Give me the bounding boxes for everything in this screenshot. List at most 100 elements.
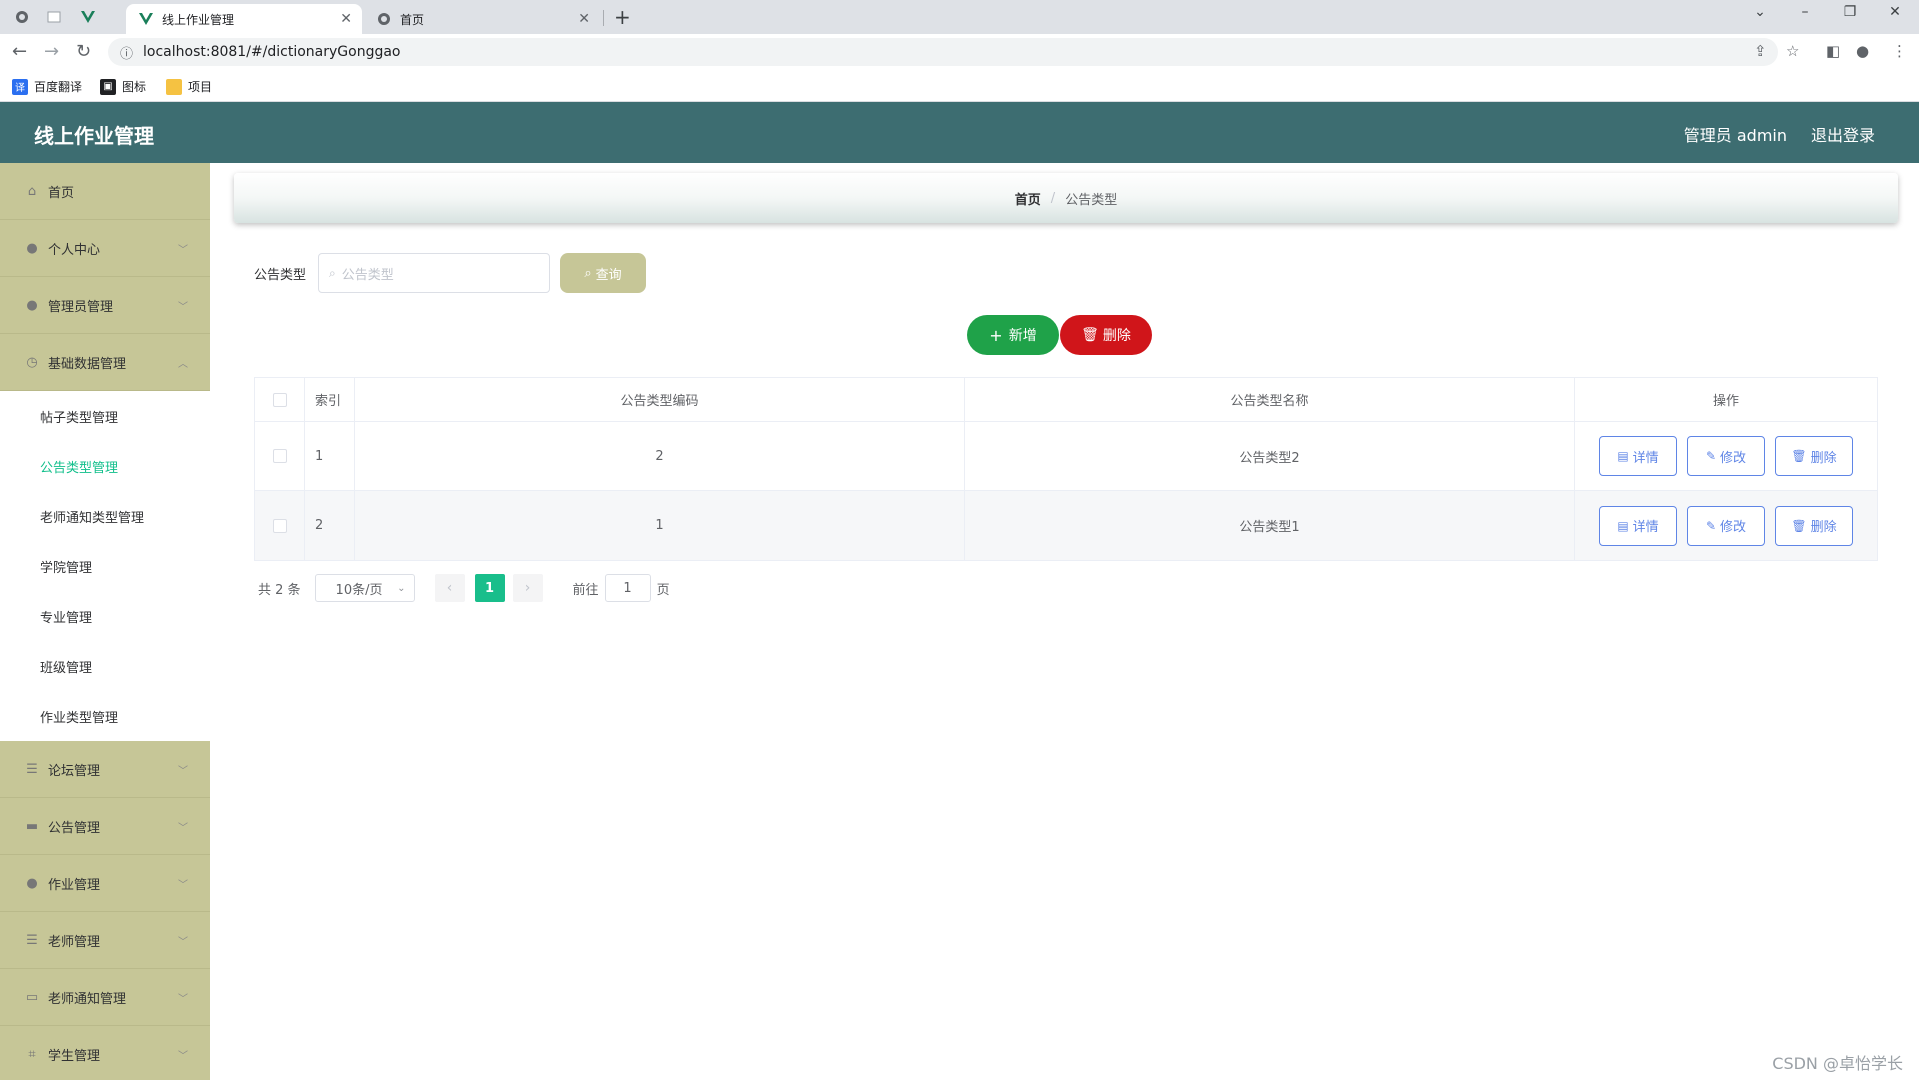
table-row: 2 1 公告类型1 ▤ 详情 ✎ 修改 🗑 删除: [255, 491, 1877, 560]
sidebar-item-label: 基础数据管理: [48, 356, 127, 372]
submenu-item-notice-types[interactable]: 公告类型管理: [0, 441, 210, 491]
submenu-item-homework-types[interactable]: 作业类型管理: [0, 691, 210, 741]
list-icon: ☰: [26, 932, 38, 948]
sidebar-item-teachers[interactable]: ☰ 老师管理 ﹀: [0, 912, 210, 969]
breadcrumb-current: 公告类型: [1065, 192, 1118, 208]
side-panel-icon[interactable]: ◧: [1826, 42, 1840, 60]
detail-label: 详情: [1632, 520, 1659, 535]
cell-index: 2: [305, 491, 355, 560]
pagination-total: 共 2 条: [258, 582, 301, 598]
minimize-icon[interactable]: –: [1785, 4, 1825, 20]
sidebar-item-students[interactable]: ⌗ 学生管理 ﹀: [0, 1026, 210, 1080]
chevron-down-icon: ﹀: [178, 936, 188, 948]
edit-label: 修改: [1720, 450, 1747, 466]
query-button[interactable]: ⌕ 查询: [560, 253, 647, 293]
sidebar-item-teacher-notices[interactable]: ▭ 老师通知管理 ﹀: [0, 969, 210, 1026]
search-input[interactable]: ⌕ 公告类型: [318, 253, 551, 293]
user-icon: ●: [26, 297, 38, 313]
delete-label: 删除: [1810, 520, 1837, 535]
sidebar-item-notices[interactable]: ▬ 公告管理 ﹀: [0, 798, 210, 855]
browser-menu-icon[interactable]: ⋮: [1892, 42, 1907, 60]
sidebar-item-homework[interactable]: ● 作业管理 ﹀: [0, 855, 210, 912]
pinned-tab-globe-icon[interactable]: [8, 6, 36, 28]
row-checkbox[interactable]: [272, 449, 287, 463]
batch-delete-button[interactable]: 🗑 删除: [1060, 315, 1152, 355]
select-all-checkbox[interactable]: [272, 392, 287, 407]
page-size-select[interactable]: 10条/页 ⌄: [314, 574, 415, 602]
edit-button[interactable]: ✎ 修改: [1687, 505, 1765, 546]
table-row: 1 2 公告类型2 ▤ 详情 ✎ 修改 🗑 删除: [255, 422, 1877, 491]
bookmark-baidu-translate[interactable]: 译 百度翻译: [12, 78, 82, 95]
forward-icon[interactable]: →: [44, 41, 59, 62]
sidebar: ⌂ 首页 ● 个人中心 ﹀ ● 管理员管理 ﹀ ◷ 基础数据管理 ︿ 帖子类型管…: [0, 163, 210, 1080]
pinned-tab-vue-icon[interactable]: [74, 6, 102, 28]
row-delete-button[interactable]: 🗑 删除: [1775, 436, 1853, 476]
message-icon: ▬: [25, 818, 39, 834]
submenu-item-majors[interactable]: 专业管理: [0, 591, 210, 641]
chat-icon: ▭: [25, 989, 39, 1005]
close-window-icon[interactable]: ✕: [1875, 4, 1915, 20]
sidebar-item-admins[interactable]: ● 管理员管理 ﹀: [0, 277, 210, 334]
site-info-icon[interactable]: ⓘ: [120, 43, 133, 62]
delete-label: 删除: [1810, 450, 1837, 466]
prev-page-button[interactable]: ‹: [434, 574, 465, 602]
url-field[interactable]: ⓘ localhost:8081/#/dictionaryGonggao: [108, 38, 1778, 66]
bookmark-star-icon[interactable]: ☆: [1786, 42, 1799, 60]
pinned-tab-page-icon[interactable]: [40, 6, 68, 28]
submenu-item-colleges[interactable]: 学院管理: [0, 541, 210, 591]
add-button[interactable]: + 新增: [967, 315, 1059, 355]
bookmark-project[interactable]: 项目: [166, 78, 212, 95]
submenu-item-classes[interactable]: 班级管理: [0, 641, 210, 691]
chevron-down-icon: ﹀: [178, 244, 188, 256]
sidebar-item-home[interactable]: ⌂ 首页: [0, 163, 210, 220]
breadcrumb-home[interactable]: 首页: [1015, 189, 1041, 208]
chevron-down-icon: ﹀: [178, 879, 188, 891]
watermark: CSDN @卓怡学长: [1772, 1054, 1903, 1073]
tab-search-chevron-icon[interactable]: ⌄: [1740, 4, 1780, 20]
home-icon: ⌂: [27, 183, 37, 199]
restore-icon[interactable]: ❐: [1830, 4, 1870, 20]
submenu-item-teacher-notice-types[interactable]: 老师通知类型管理: [0, 491, 210, 541]
translate-icon: 译: [12, 78, 28, 95]
edit-button[interactable]: ✎ 修改: [1687, 436, 1765, 476]
back-icon[interactable]: ←: [12, 41, 27, 62]
row-checkbox[interactable]: [272, 518, 287, 533]
row-delete-button[interactable]: 🗑 删除: [1775, 505, 1853, 546]
page-number[interactable]: 1: [474, 574, 505, 602]
cell-name: 公告类型1: [965, 491, 1575, 560]
submenu-item-post-types[interactable]: 帖子类型管理: [0, 391, 210, 441]
search-row: 公告类型 ⌕ 公告类型 ⌕ 查询: [254, 253, 647, 293]
next-page-button[interactable]: ›: [512, 574, 543, 602]
cell-name: 公告类型2: [965, 422, 1575, 490]
tab-inactive[interactable]: 首页 ✕: [364, 4, 600, 34]
logout-button[interactable]: 退出登录: [1811, 122, 1875, 146]
goto-input[interactable]: 1: [604, 574, 651, 602]
goto-page: 前往 1 页: [573, 574, 670, 602]
bookmark-label: 图标: [122, 80, 147, 94]
tab-close-icon[interactable]: ✕: [340, 11, 352, 27]
share-icon[interactable]: ⇪: [1754, 42, 1767, 60]
sidebar-item-profile[interactable]: ● 个人中心 ﹀: [0, 220, 210, 277]
sidebar-item-basic-data[interactable]: ◷ 基础数据管理 ︿: [0, 334, 210, 391]
detail-button[interactable]: ▤ 详情: [1599, 436, 1677, 476]
profile-avatar-icon[interactable]: ●: [1856, 42, 1869, 60]
sidebar-item-label: 老师通知管理: [48, 991, 127, 1007]
reload-icon[interactable]: ↻: [76, 41, 91, 62]
tab-close-icon[interactable]: ✕: [578, 11, 590, 27]
clock-icon: ◷: [26, 354, 38, 370]
sidebar-item-label: 首页: [48, 185, 75, 201]
vue-logo-icon: [138, 11, 154, 27]
chevron-down-icon: ﹀: [178, 1050, 188, 1062]
chevron-down-icon: ﹀: [178, 993, 188, 1005]
detail-button[interactable]: ▤ 详情: [1599, 505, 1677, 546]
add-button-label: 新增: [1008, 328, 1037, 344]
sidebar-item-label: 个人中心: [48, 242, 101, 258]
sidebar-item-label: 公告管理: [48, 820, 101, 836]
new-tab-icon[interactable]: +: [614, 5, 631, 29]
goto-suffix: 页: [656, 582, 670, 598]
chevron-down-icon: ﹀: [178, 301, 188, 313]
tab-active[interactable]: 线上作业管理 ✕: [126, 4, 362, 34]
sidebar-item-forum[interactable]: ☰ 论坛管理 ﹀: [0, 741, 210, 798]
bookmark-icons[interactable]: ▣ 图标: [100, 78, 146, 95]
sidebar-item-label: 管理员管理: [48, 299, 114, 315]
